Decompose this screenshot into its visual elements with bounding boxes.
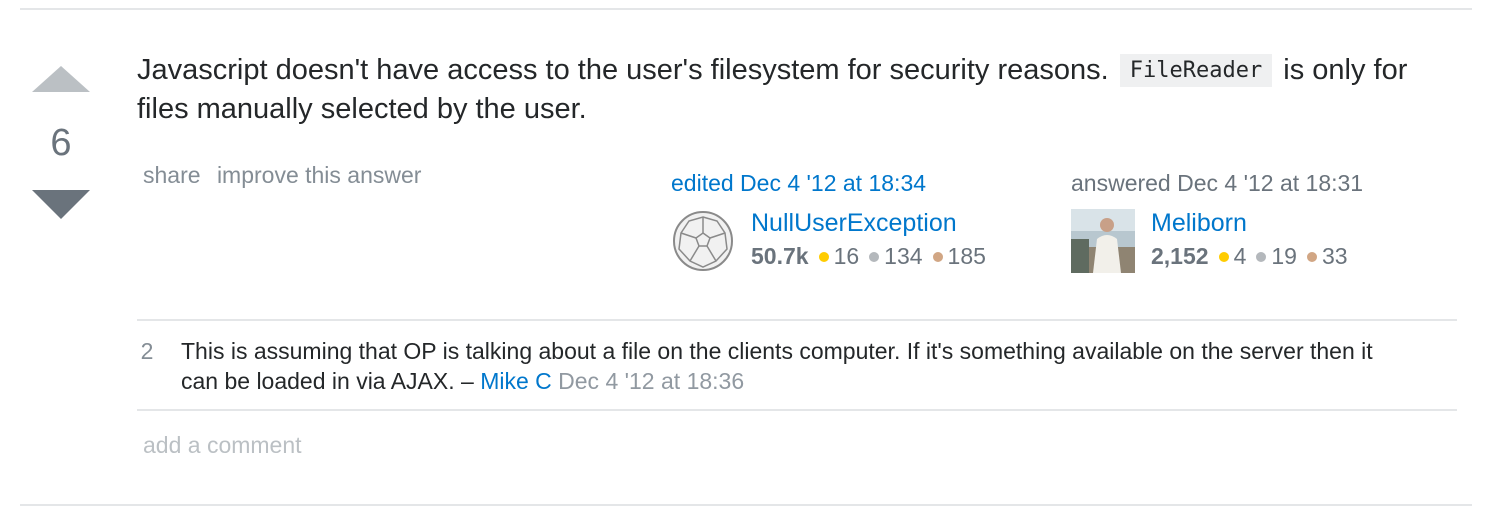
silver-badge-icon (869, 251, 880, 262)
answer-text-start: Javascript doesn't have access to the us… (137, 54, 1109, 86)
editor-name[interactable]: NullUserException (751, 209, 996, 237)
bronze-badge-count: 185 (947, 243, 986, 269)
gold-badge-count: 4 (1233, 243, 1247, 269)
author-name[interactable]: Meliborn (1151, 209, 1358, 237)
inline-code: FileReader (1119, 54, 1273, 87)
downvote-arrow-icon[interactable] (32, 190, 90, 219)
answer-body: Javascript doesn't have access to the us… (137, 52, 1457, 128)
reputation-score: 50.7k (751, 243, 809, 269)
improve-answer-link[interactable]: improve this answer (217, 162, 422, 188)
editor-reputation: 50.7k 16 134 185 (751, 243, 996, 270)
reputation-score: 2,152 (1151, 243, 1209, 269)
post-menu: share improve this answer (143, 162, 431, 189)
editor-signature: edited Dec 4 '12 at 18:34 NullUserExcept… (671, 170, 996, 273)
silver-badge-count: 19 (1271, 243, 1297, 269)
gold-badge-icon (818, 251, 829, 262)
comments-divider (137, 319, 1457, 321)
share-link[interactable]: share (143, 162, 201, 188)
comment-text: This is assuming that OP is talking abou… (181, 338, 1373, 394)
avatar[interactable] (671, 209, 735, 273)
silver-badge-count: 134 (884, 243, 923, 269)
gold-badge-icon (1218, 251, 1229, 262)
gold-badge-count: 16 (833, 243, 860, 269)
edited-timestamp[interactable]: edited Dec 4 '12 at 18:34 (671, 170, 996, 197)
comment: This is assuming that OP is talking abou… (181, 336, 1401, 396)
bronze-badge-count: 33 (1321, 243, 1348, 269)
bottom-divider (20, 504, 1472, 506)
author-signature: answered Dec 4 '12 at 18:31 Meliborn 2,1… (1071, 170, 1363, 273)
vote-count: 6 (50, 122, 72, 164)
comment-author-link[interactable]: Mike C (480, 368, 552, 394)
author-reputation: 2,152 4 19 33 (1151, 243, 1358, 270)
add-comment-link[interactable]: add a comment (143, 432, 302, 459)
answered-timestamp: answered Dec 4 '12 at 18:31 (1071, 170, 1364, 196)
comment-score: 2 (140, 338, 154, 364)
top-divider (20, 8, 1472, 10)
upvote-arrow-icon[interactable] (32, 66, 90, 92)
comment-date[interactable]: Dec 4 '12 at 18:36 (558, 368, 744, 394)
bronze-badge-icon (1306, 251, 1317, 262)
bronze-badge-icon (932, 251, 943, 262)
silver-badge-icon (1256, 251, 1267, 262)
avatar[interactable] (1071, 209, 1135, 273)
comment-divider (137, 409, 1457, 411)
